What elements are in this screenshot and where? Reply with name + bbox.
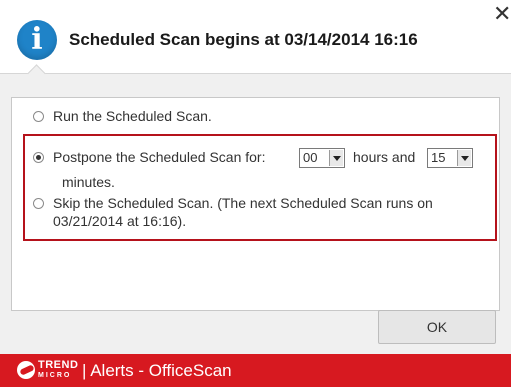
chevron-down-icon[interactable] [329,150,343,166]
skip-scan-label[interactable]: Skip the Scheduled Scan. (The next Sched… [53,194,433,212]
dialog-title: Scheduled Scan begins at 03/14/2014 16:1… [69,30,418,49]
dialog-header: i Scheduled Scan begins at 03/14/2014 16… [0,0,511,74]
close-icon[interactable]: ✕ [493,2,511,26]
hours-select[interactable]: 00 [299,148,345,168]
postpone-scan-radio[interactable] [33,152,44,163]
brand-top: TREND [38,359,79,371]
minutes-select-value: 15 [431,150,446,165]
brand-bottom: MICRO [38,372,72,379]
ok-button[interactable]: OK [378,310,496,344]
minutes-label: minutes. [62,174,115,190]
brand-logo-text: TREND MICRO [38,360,78,381]
trend-micro-logo-icon [17,361,35,379]
chevron-down-icon[interactable] [457,150,471,166]
header-divider [0,73,511,74]
skip-scan-radio[interactable] [33,198,44,209]
hours-select-value: 00 [303,150,318,165]
skip-scan-label-continued[interactable]: 03/21/2014 at 16:16). [53,212,186,230]
alert-dialog: i Scheduled Scan begins at 03/14/2014 16… [0,0,511,387]
run-scan-radio[interactable] [33,111,44,122]
info-icon: i [17,20,57,60]
footer-title: | Alerts - OfficeScan [82,361,232,380]
info-icon-glyph: i [31,22,43,57]
hours-label: hours and [353,149,416,165]
run-scan-label[interactable]: Run the Scheduled Scan. [53,107,212,125]
minutes-select[interactable]: 15 [427,148,473,168]
postpone-scan-label[interactable]: Postpone the Scheduled Scan for: [53,148,265,166]
